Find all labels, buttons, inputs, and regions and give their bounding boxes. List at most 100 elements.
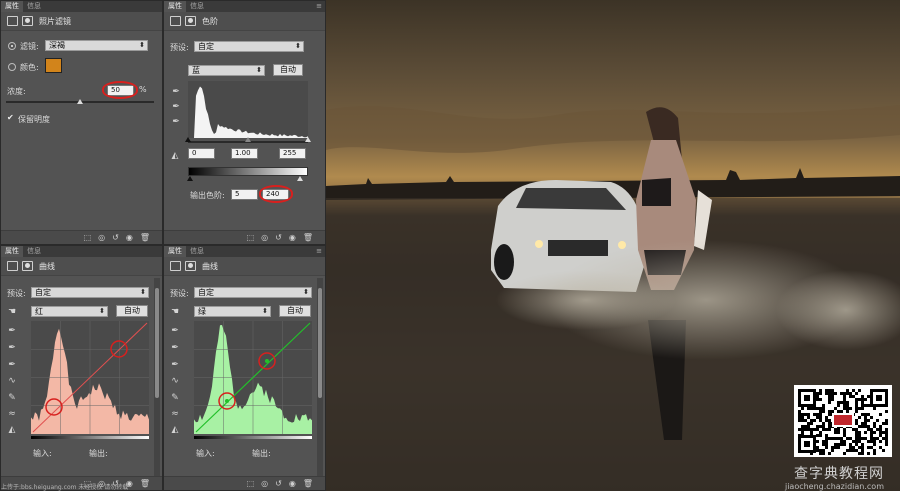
trash-icon[interactable]: 🗑 [303,232,313,244]
panel-header: 曲线 [1,257,162,276]
filter-select[interactable]: 深褐 [45,40,148,51]
auto-warning-icon[interactable]: ◭ [6,425,18,435]
qr-module [846,392,849,395]
tab-info[interactable]: 信息 [23,1,45,12]
panel-menu-icon[interactable]: ≡ [316,2,322,10]
channel-select[interactable]: 绿 [194,306,271,317]
black-eyedropper-icon[interactable]: ✒ [170,87,182,97]
eye-preview-icon[interactable]: ◎ [98,232,105,244]
panel-menu-icon[interactable]: ≡ [316,247,322,255]
density-unit: % [139,85,147,94]
clip-icon[interactable]: ⬚ [247,232,255,244]
red-curve-graph[interactable] [31,321,149,434]
panel-scrollbar[interactable] [317,278,323,478]
reset-icon[interactable]: ↺ [275,232,282,244]
preset-select[interactable]: 自定 [194,287,312,298]
eye-preview-icon[interactable]: ◎ [261,232,268,244]
white-eyedropper-icon[interactable]: ✒ [169,360,181,370]
qr-module [804,395,810,401]
tab-properties[interactable]: 属性 [1,246,23,257]
reset-icon[interactable]: ↺ [275,478,282,490]
pencil-tool-icon[interactable]: ✎ [6,393,18,403]
input-gamma-field[interactable]: 1.00 [231,148,258,159]
gray-eyedropper-icon[interactable]: ✒ [6,343,18,353]
qr-module [843,434,846,437]
panel-scrollbar[interactable] [154,278,160,478]
gray-eyedropper-icon[interactable]: ✒ [170,102,182,112]
curve-point-tool-icon[interactable]: ∿ [169,376,181,386]
color-radio[interactable] [8,63,16,71]
trash-icon[interactable]: 🗑 [140,478,150,490]
output-black-thumb[interactable] [187,176,193,181]
qr-module [801,416,804,419]
tab-info[interactable]: 信息 [186,1,208,12]
preset-select[interactable]: 自定 [194,41,304,52]
on-image-adjust-icon[interactable]: ☚ [169,307,181,317]
qr-module [873,422,876,425]
tab-info[interactable]: 信息 [23,246,45,257]
eye-preview-icon[interactable]: ◎ [261,478,268,490]
qr-module [843,440,846,443]
tab-properties[interactable]: 属性 [164,1,186,12]
preserve-luminosity-checkbox[interactable]: ✔ [7,114,15,122]
black-eyedropper-icon[interactable]: ✒ [169,326,181,336]
tab-properties[interactable]: 属性 [1,1,23,12]
smooth-icon[interactable]: ≈ [169,409,181,419]
density-slider-thumb[interactable] [77,99,83,104]
auto-warning-icon[interactable]: ◭ [169,151,181,161]
qr-module [858,431,861,434]
channel-select[interactable]: 红 [31,306,108,317]
auto-button[interactable]: 自动 [279,305,311,317]
trash-icon[interactable]: 🗑 [303,478,313,490]
layer-mask-icon[interactable] [185,16,196,26]
gray-eyedropper-icon[interactable]: ✒ [169,343,181,353]
black-eyedropper-icon[interactable]: ✒ [6,326,18,336]
clip-icon[interactable]: ⬚ [84,232,92,244]
qr-module [825,434,828,437]
layer-mask-icon[interactable] [185,261,196,271]
qr-module [873,431,876,434]
visibility-icon[interactable]: ◉ [289,478,296,490]
auto-button[interactable]: 自动 [273,64,303,76]
qr-module [816,416,819,419]
visibility-icon[interactable]: ◉ [289,232,296,244]
qr-module [816,446,819,449]
filter-radio[interactable] [8,42,16,50]
channel-select[interactable]: 蓝 [188,65,265,76]
visibility-icon[interactable]: ◉ [126,232,133,244]
qr-module [840,437,843,440]
qr-module [867,446,870,449]
preset-select[interactable]: 自定 [31,287,149,298]
green-curve-graph[interactable] [194,321,312,434]
photo-filter-panel: 属性 信息 照片滤镜 滤镜: 深褐 颜色: 浓度: 50 % ✔ 保留明度 ⬚ … [0,0,163,245]
qr-module [816,428,819,431]
input-gamma-thumb[interactable] [245,137,251,142]
curve-point-tool-icon[interactable]: ∿ [6,376,18,386]
white-eyedropper-icon[interactable]: ✒ [170,117,182,127]
preset-label: 预设: [170,43,189,52]
tab-properties[interactable]: 属性 [164,246,186,257]
input-black-field[interactable]: 0 [188,148,215,159]
clip-icon[interactable]: ⬚ [247,478,255,490]
tab-info[interactable]: 信息 [186,246,208,257]
trash-icon[interactable]: 🗑 [140,232,150,244]
pencil-tool-icon[interactable]: ✎ [169,393,181,403]
qr-module [861,404,864,407]
on-image-adjust-icon[interactable]: ☚ [6,307,18,317]
color-swatch[interactable] [45,58,62,73]
qr-module [867,404,870,407]
qr-module [831,446,834,449]
output-black-field[interactable]: 5 [231,189,258,200]
layer-mask-icon[interactable] [22,261,33,271]
output-white-thumb[interactable] [297,176,303,181]
input-white-field[interactable]: 255 [279,148,306,159]
forum-watermark: 上传于:bbs.heiguang.com 未经授权 请勿转载 [1,484,129,491]
layer-mask-icon[interactable] [22,16,33,26]
input-white-thumb[interactable] [305,137,311,142]
reset-icon[interactable]: ↺ [112,232,119,244]
white-eyedropper-icon[interactable]: ✒ [6,360,18,370]
auto-button[interactable]: 自动 [116,305,148,317]
auto-warning-icon[interactable]: ◭ [169,425,181,435]
smooth-icon[interactable]: ≈ [6,409,18,419]
input-black-thumb[interactable] [185,137,191,142]
